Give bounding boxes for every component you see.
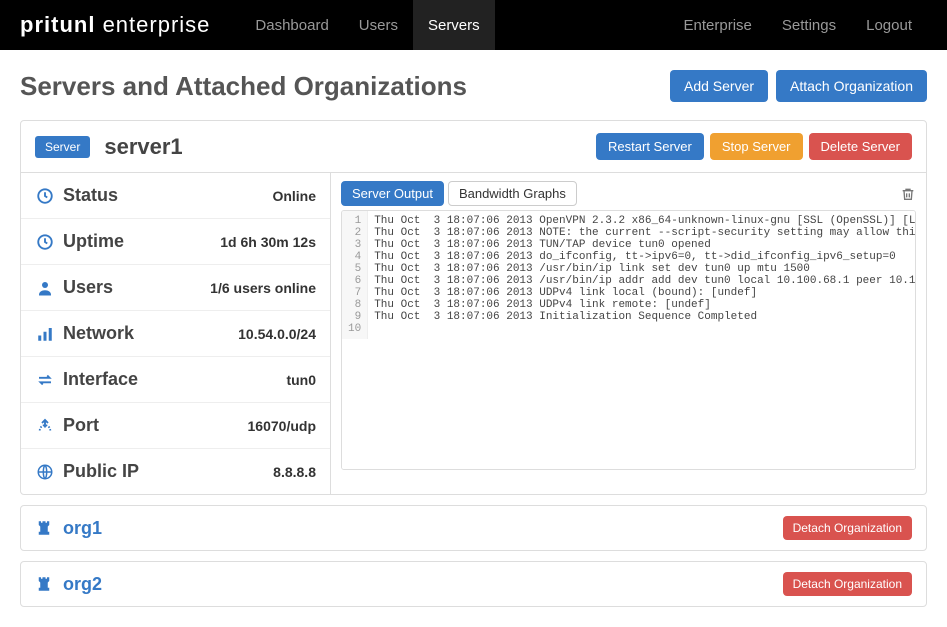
delete-server-button[interactable]: Delete Server <box>809 133 912 160</box>
detach-organization-button[interactable]: Detach Organization <box>783 516 912 540</box>
page-title: Servers and Attached Organizations <box>20 71 467 102</box>
org-action: Detach Organization <box>783 516 912 540</box>
detach-organization-button[interactable]: Detach Organization <box>783 572 912 596</box>
org-panel: org1 Detach Organization <box>20 505 927 551</box>
nav-enterprise[interactable]: Enterprise <box>669 0 767 50</box>
stat-uptime: Uptime 1d 6h 30m 12s <box>21 219 330 265</box>
stat-label: Status <box>63 185 118 206</box>
stat-value: 16070/udp <box>248 418 316 434</box>
server-actions: Restart Server Stop Server Delete Server <box>596 133 912 160</box>
server-panel: Server server1 Restart Server Stop Serve… <box>20 120 927 495</box>
attach-organization-button[interactable]: Attach Organization <box>776 70 927 102</box>
stat-status: Status Online <box>21 173 330 219</box>
stat-port: Port 16070/udp <box>21 403 330 449</box>
log-lines: Thu Oct 3 18:07:06 2013 OpenVPN 2.3.2 x8… <box>368 211 916 339</box>
clock-icon <box>35 232 55 252</box>
nav-users[interactable]: Users <box>344 0 413 50</box>
output-column: Server Output Bandwidth Graphs 1 2 3 4 5… <box>331 173 926 494</box>
nav-right: Enterprise Settings Logout <box>669 0 927 50</box>
stat-public-ip: Public IP 8.8.8.8 <box>21 449 330 494</box>
stat-network: Network 10.54.0.0/24 <box>21 311 330 357</box>
org-name[interactable]: org1 <box>63 518 102 539</box>
content: Servers and Attached Organizations Add S… <box>0 50 947 627</box>
add-server-button[interactable]: Add Server <box>670 70 768 102</box>
server-body: Status Online Uptime 1d 6h 30m 12s Users… <box>21 173 926 494</box>
rook-icon <box>35 519 53 537</box>
org-panel: org2 Detach Organization <box>20 561 927 607</box>
stat-users: Users 1/6 users online <box>21 265 330 311</box>
stats-column: Status Online Uptime 1d 6h 30m 12s Users… <box>21 173 331 494</box>
stat-value: 1/6 users online <box>210 280 316 296</box>
bars-icon <box>35 324 55 344</box>
restart-server-button[interactable]: Restart Server <box>596 133 704 160</box>
swap-icon <box>35 370 55 390</box>
stat-value: 8.8.8.8 <box>273 464 316 480</box>
log-pane[interactable]: 1 2 3 4 5 6 7 8 9 10 Thu Oct 3 18:07:06 … <box>341 210 916 470</box>
brand: pritunl enterprise <box>20 12 210 38</box>
clock-icon <box>35 186 55 206</box>
org-name[interactable]: org2 <box>63 574 102 595</box>
upload-icon <box>35 416 55 436</box>
server-badge: Server <box>35 136 90 158</box>
rook-icon <box>35 575 53 593</box>
stat-interface: Interface tun0 <box>21 357 330 403</box>
tabs-row: Server Output Bandwidth Graphs <box>341 181 916 206</box>
tab-bandwidth-graphs[interactable]: Bandwidth Graphs <box>448 181 577 206</box>
globe-icon <box>35 462 55 482</box>
stat-label: Interface <box>63 369 138 390</box>
stat-label: Network <box>63 323 134 344</box>
stat-label: Uptime <box>63 231 124 252</box>
brand-strong: pritunl <box>20 12 95 37</box>
nav-servers[interactable]: Servers <box>413 0 495 50</box>
stat-label: Users <box>63 277 113 298</box>
stat-value: 1d 6h 30m 12s <box>220 234 316 250</box>
nav-dashboard[interactable]: Dashboard <box>240 0 343 50</box>
stop-server-button[interactable]: Stop Server <box>710 133 803 160</box>
nav-settings[interactable]: Settings <box>767 0 851 50</box>
stat-label: Public IP <box>63 461 139 482</box>
user-icon <box>35 278 55 298</box>
trash-icon[interactable] <box>900 186 916 202</box>
log-gutter: 1 2 3 4 5 6 7 8 9 10 <box>342 211 368 339</box>
stat-value: tun0 <box>286 372 316 388</box>
navbar: pritunl enterprise Dashboard Users Serve… <box>0 0 947 50</box>
stat-value: 10.54.0.0/24 <box>238 326 316 342</box>
brand-thin: enterprise <box>103 12 211 37</box>
stat-label: Port <box>63 415 99 436</box>
nav-links: Dashboard Users Servers <box>240 0 494 50</box>
server-name: server1 <box>104 134 182 160</box>
tab-server-output[interactable]: Server Output <box>341 181 444 206</box>
page-header: Servers and Attached Organizations Add S… <box>20 70 927 102</box>
nav-logout[interactable]: Logout <box>851 0 927 50</box>
stat-value: Online <box>272 188 316 204</box>
org-action: Detach Organization <box>783 572 912 596</box>
page-actions: Add Server Attach Organization <box>670 70 927 102</box>
server-header: Server server1 Restart Server Stop Serve… <box>21 121 926 173</box>
